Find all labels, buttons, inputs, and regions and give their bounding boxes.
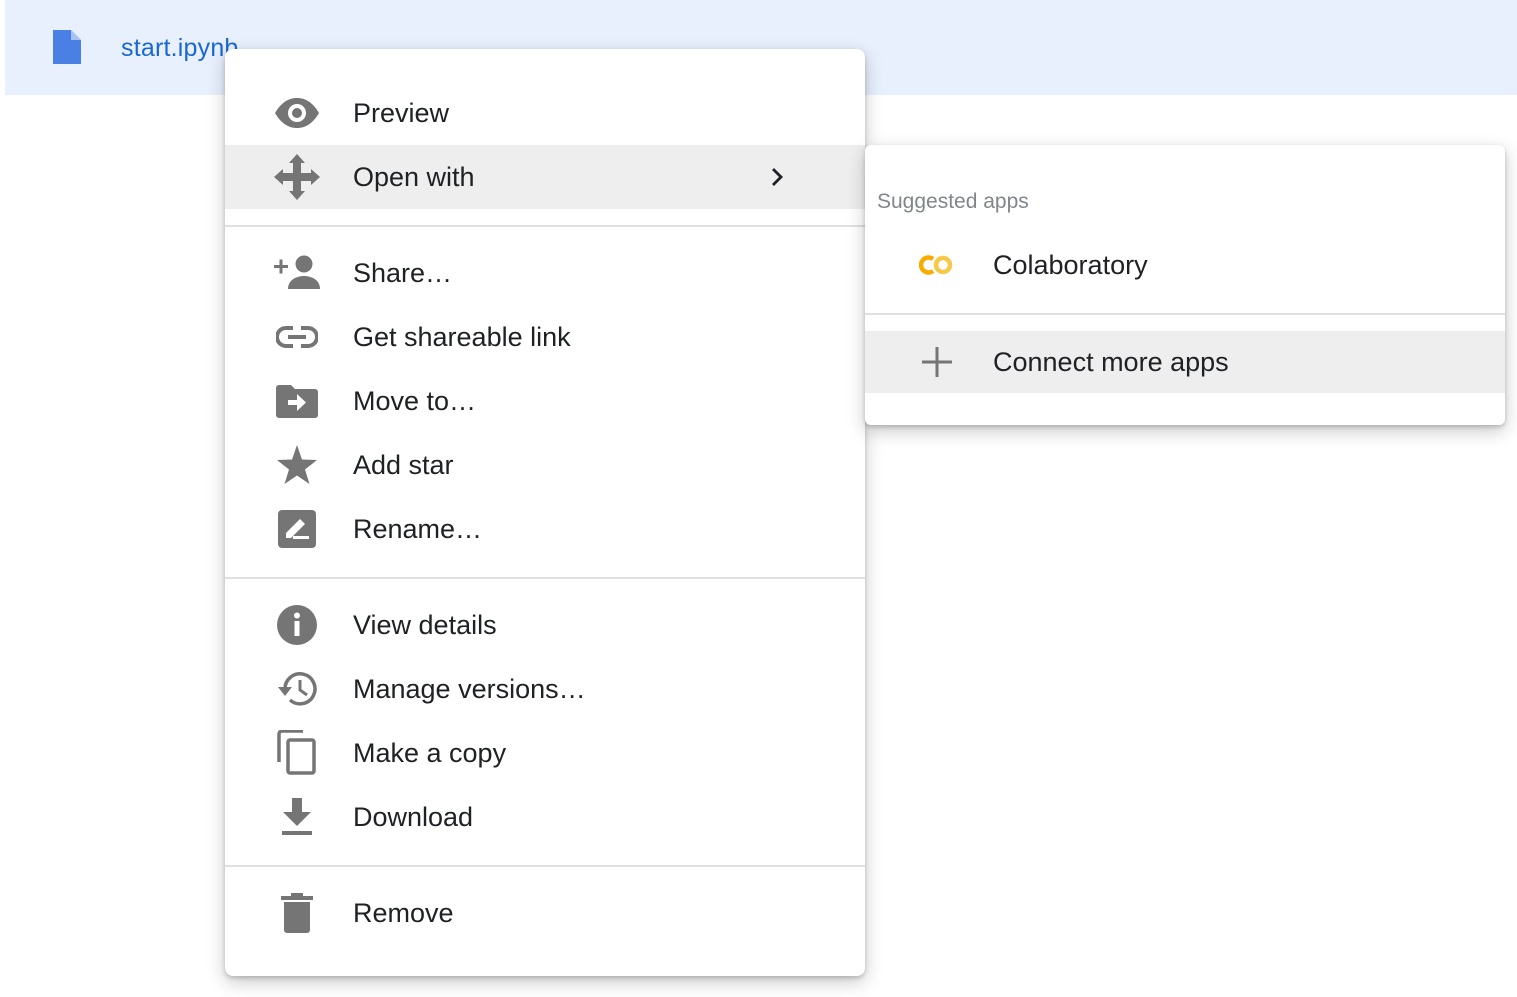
app-item-colaboratory[interactable]: Colaboratory xyxy=(865,234,1505,296)
menu-item-label: Preview xyxy=(353,98,450,128)
menu-item-download[interactable]: Download xyxy=(225,785,865,849)
person-add-icon xyxy=(273,253,321,293)
link-icon xyxy=(273,317,321,357)
menu-item-label: Open with xyxy=(353,162,475,192)
menu-item-open-with[interactable]: Open with xyxy=(225,145,865,209)
connect-more-apps[interactable]: Connect more apps xyxy=(865,331,1505,393)
eye-icon xyxy=(273,93,321,133)
menu-item-label: View details xyxy=(353,610,497,640)
move-arrows-icon xyxy=(273,154,321,200)
connect-more-apps-label: Connect more apps xyxy=(993,347,1229,377)
star-icon xyxy=(273,445,321,485)
drive-page: start.ipynb Preview Open with Share… Get… xyxy=(0,0,1517,997)
menu-item-preview[interactable]: Preview xyxy=(225,81,865,145)
context-menu: Preview Open with Share… Get shareable l… xyxy=(225,49,865,976)
colab-logo-icon xyxy=(917,247,957,283)
submenu-header: Suggested apps xyxy=(877,190,1029,213)
menu-item-label: Get shareable link xyxy=(353,322,571,352)
menu-item-add-star[interactable]: Add star xyxy=(225,433,865,497)
submenu-divider xyxy=(865,313,1505,315)
menu-item-label: Make a copy xyxy=(353,738,507,768)
menu-item-make-copy[interactable]: Make a copy xyxy=(225,721,865,785)
edit-icon xyxy=(273,509,321,549)
trash-icon xyxy=(273,893,321,933)
folder-move-icon xyxy=(273,381,321,421)
info-icon xyxy=(273,605,321,645)
file-name[interactable]: start.ipynb xyxy=(121,34,239,63)
menu-item-share[interactable]: Share… xyxy=(225,241,865,305)
menu-item-label: Download xyxy=(353,802,474,832)
open-with-submenu: Suggested apps Colaboratory Connect more… xyxy=(865,145,1505,425)
chevron-right-icon xyxy=(772,168,783,186)
menu-item-label: Share… xyxy=(353,258,453,288)
menu-item-view-details[interactable]: View details xyxy=(225,593,865,657)
menu-item-move-to[interactable]: Move to… xyxy=(225,369,865,433)
menu-divider xyxy=(225,225,865,227)
app-label: Colaboratory xyxy=(993,250,1148,280)
history-icon xyxy=(273,669,321,709)
plus-icon xyxy=(917,344,957,380)
copy-icon xyxy=(273,730,321,775)
menu-item-rename[interactable]: Rename… xyxy=(225,497,865,561)
menu-item-label: Manage versions… xyxy=(353,674,586,704)
menu-item-manage-versions[interactable]: Manage versions… xyxy=(225,657,865,721)
file-icon xyxy=(53,30,81,64)
download-icon xyxy=(273,797,321,837)
menu-item-remove[interactable]: Remove xyxy=(225,881,865,945)
menu-item-label: Move to… xyxy=(353,386,477,416)
menu-divider xyxy=(225,577,865,579)
menu-item-label: Rename… xyxy=(353,514,483,544)
menu-item-get-link[interactable]: Get shareable link xyxy=(225,305,865,369)
menu-item-label: Remove xyxy=(353,898,454,928)
menu-item-label: Add star xyxy=(353,450,454,480)
menu-divider xyxy=(225,865,865,867)
